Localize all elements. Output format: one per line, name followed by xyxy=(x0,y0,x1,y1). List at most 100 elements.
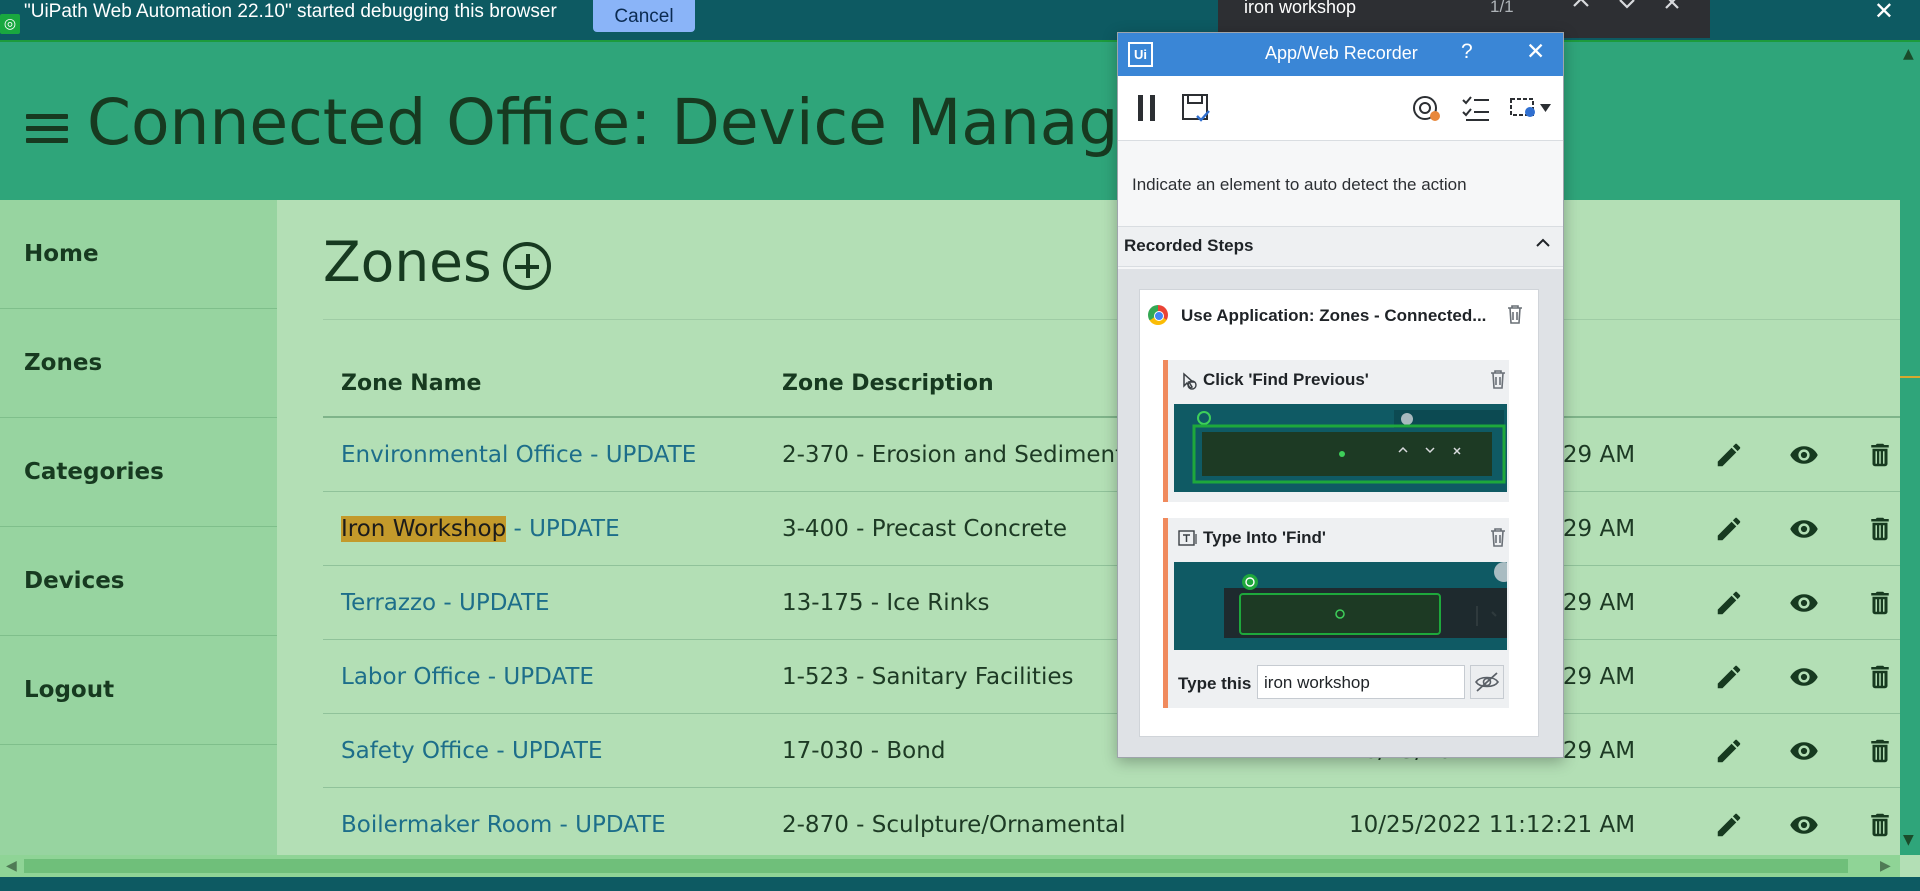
zone-name-link[interactable]: Labor Office - UPDATE xyxy=(341,664,594,690)
recorder-titlebar[interactable]: Ui App/Web Recorder ? ✕ xyxy=(1118,33,1563,76)
edit-pencil-icon[interactable] xyxy=(1714,514,1744,544)
edit-pencil-icon[interactable] xyxy=(1714,440,1744,470)
sidebar-item-logout[interactable]: Logout xyxy=(0,636,277,745)
zone-description: 13-175 - Ice Rinks xyxy=(782,590,990,616)
edit-pencil-icon[interactable] xyxy=(1714,810,1744,840)
delete-trash-icon[interactable] xyxy=(1865,736,1895,766)
trash-icon[interactable] xyxy=(1489,369,1507,389)
use-application-card[interactable]: Use Application: Zones - Connected... Cl… xyxy=(1139,289,1539,737)
find-close-icon[interactable] xyxy=(1664,0,1680,10)
zone-name-text: Safety Office - UPDATE xyxy=(341,738,603,764)
step-type-into-find[interactable]: Type Into 'Find' Type this iron workshop xyxy=(1163,518,1509,708)
view-eye-icon[interactable] xyxy=(1789,662,1819,692)
scroll-up-icon[interactable]: ▲ xyxy=(1903,46,1914,62)
step-click-find-previous[interactable]: Click 'Find Previous' xyxy=(1163,360,1509,502)
close-banner-icon[interactable]: ✕ xyxy=(1874,0,1894,23)
zone-description: 3-400 - Precast Concrete xyxy=(782,516,1067,542)
trash-icon[interactable] xyxy=(1506,304,1524,324)
view-eye-icon[interactable] xyxy=(1789,588,1819,618)
divider xyxy=(323,319,1900,320)
page-title: Zones xyxy=(323,230,492,294)
indicate-target-icon[interactable] xyxy=(1411,92,1443,124)
menu-icon[interactable] xyxy=(26,114,68,146)
sidebar-item-devices[interactable]: Devices xyxy=(0,527,277,636)
zone-name-link[interactable]: Safety Office - UPDATE xyxy=(341,738,602,764)
scroll-right-icon[interactable]: ▶ xyxy=(1880,855,1891,877)
click-action-icon xyxy=(1183,372,1197,390)
close-icon[interactable]: ✕ xyxy=(1526,38,1545,65)
recorder-toolbar xyxy=(1118,76,1563,141)
step-label: Type Into 'Find' xyxy=(1203,528,1326,547)
type-this-row: Type this iron workshop xyxy=(1178,665,1508,699)
zone-description: 17-030 - Bond xyxy=(782,738,946,764)
view-eye-icon[interactable] xyxy=(1789,440,1819,470)
pause-icon[interactable] xyxy=(1136,92,1158,124)
sidebar-item-home[interactable]: Home xyxy=(0,200,277,309)
zone-name-link[interactable]: Iron Workshop - UPDATE xyxy=(341,516,620,542)
cancel-debug-button[interactable]: Cancel xyxy=(593,0,695,32)
view-eye-icon[interactable] xyxy=(1789,810,1819,840)
horizontal-scrollbar[interactable]: ◀ ▶ xyxy=(0,855,1900,877)
chrome-icon xyxy=(1148,305,1168,325)
screen-capture-dropdown-icon[interactable] xyxy=(1508,92,1554,124)
edit-pencil-icon[interactable] xyxy=(1714,736,1744,766)
scrollbar-thumb[interactable] xyxy=(24,859,1848,873)
recorder-hint: Indicate an element to auto detect the a… xyxy=(1118,141,1563,227)
add-zone-icon[interactable] xyxy=(503,242,551,290)
recorded-steps-list: Use Application: Zones - Connected... Cl… xyxy=(1118,269,1563,757)
zone-name-text: - UPDATE xyxy=(506,516,620,542)
sidebar-item-categories[interactable]: Categories xyxy=(0,418,277,527)
recorded-steps-header[interactable]: Recorded Steps xyxy=(1118,227,1563,267)
search-highlight: Iron Workshop xyxy=(341,516,507,542)
checklist-icon[interactable] xyxy=(1460,92,1492,124)
delete-trash-icon[interactable] xyxy=(1865,662,1895,692)
sidebar: Home Zones Categories Devices Logout xyxy=(0,200,277,855)
view-eye-icon[interactable] xyxy=(1789,514,1819,544)
type-action-icon xyxy=(1178,530,1197,546)
edit-pencil-icon[interactable] xyxy=(1714,662,1744,692)
zone-name-link[interactable]: Environmental Office - UPDATE xyxy=(341,442,696,468)
save-icon[interactable] xyxy=(1180,92,1212,124)
eye-off-icon xyxy=(1475,672,1499,692)
zone-description: 1-523 - Sanitary Facilities xyxy=(782,664,1074,690)
find-input-thumbnail xyxy=(1174,562,1507,650)
scroll-down-icon[interactable]: ▼ xyxy=(1903,832,1914,848)
zones-table: Zone Name Zone Description Environmental… xyxy=(323,350,1900,855)
target-icon: ◎ xyxy=(0,14,20,34)
help-icon[interactable]: ? xyxy=(1461,40,1473,64)
find-next-icon[interactable] xyxy=(1618,0,1636,10)
find-previous-icon[interactable] xyxy=(1572,0,1590,10)
table-row: Iron Workshop - UPDATE 3-400 - Precast C… xyxy=(323,492,1900,566)
delete-trash-icon[interactable] xyxy=(1865,440,1895,470)
table-row: Terrazzo - UPDATE 13-175 - Ice Rinks 10/… xyxy=(323,566,1900,640)
delete-trash-icon[interactable] xyxy=(1865,810,1895,840)
vertical-scrollbar[interactable]: ▲ ▼ xyxy=(1900,42,1920,855)
view-eye-icon[interactable] xyxy=(1789,736,1819,766)
zone-name-link[interactable]: Terrazzo - UPDATE xyxy=(341,590,550,616)
zone-updated-date: 10/25/2022 11:12:21 AM xyxy=(1349,812,1636,838)
step-screenshot xyxy=(1174,562,1507,650)
zone-description: 2-870 - Sculpture/Ornamental xyxy=(782,812,1126,838)
table-row: Labor Office - UPDATE 1-523 - Sanitary F… xyxy=(323,640,1900,714)
main-content: Zones Zone Name Zone Description Environ… xyxy=(277,200,1900,855)
type-this-input[interactable]: iron workshop xyxy=(1257,665,1465,699)
trash-icon[interactable] xyxy=(1489,527,1507,547)
sidebar-item-zones[interactable]: Zones xyxy=(0,309,277,418)
zone-name-text: Boilermaker Room - UPDATE xyxy=(341,812,666,838)
edit-pencil-icon[interactable] xyxy=(1714,588,1744,618)
delete-trash-icon[interactable] xyxy=(1865,588,1895,618)
use-application-label: Use Application: Zones - Connected... xyxy=(1181,306,1487,325)
use-application-header: Use Application: Zones - Connected... xyxy=(1140,290,1538,342)
delete-trash-icon[interactable] xyxy=(1865,514,1895,544)
bottom-strip xyxy=(0,877,1920,891)
table-row: Boilermaker Room - UPDATE 2-870 - Sculpt… xyxy=(323,788,1900,855)
column-header-zone-description: Zone Description xyxy=(782,371,994,396)
chevron-up-icon[interactable] xyxy=(1535,238,1551,248)
zone-name-link[interactable]: Boilermaker Room - UPDATE xyxy=(341,812,666,838)
find-input[interactable]: iron workshop xyxy=(1244,0,1356,18)
step-label: Click 'Find Previous' xyxy=(1203,370,1369,389)
hide-text-toggle[interactable] xyxy=(1470,665,1504,699)
step-screenshot xyxy=(1174,404,1507,492)
zone-name-text: Environmental Office - UPDATE xyxy=(341,442,697,468)
scroll-left-icon[interactable]: ◀ xyxy=(6,855,17,877)
